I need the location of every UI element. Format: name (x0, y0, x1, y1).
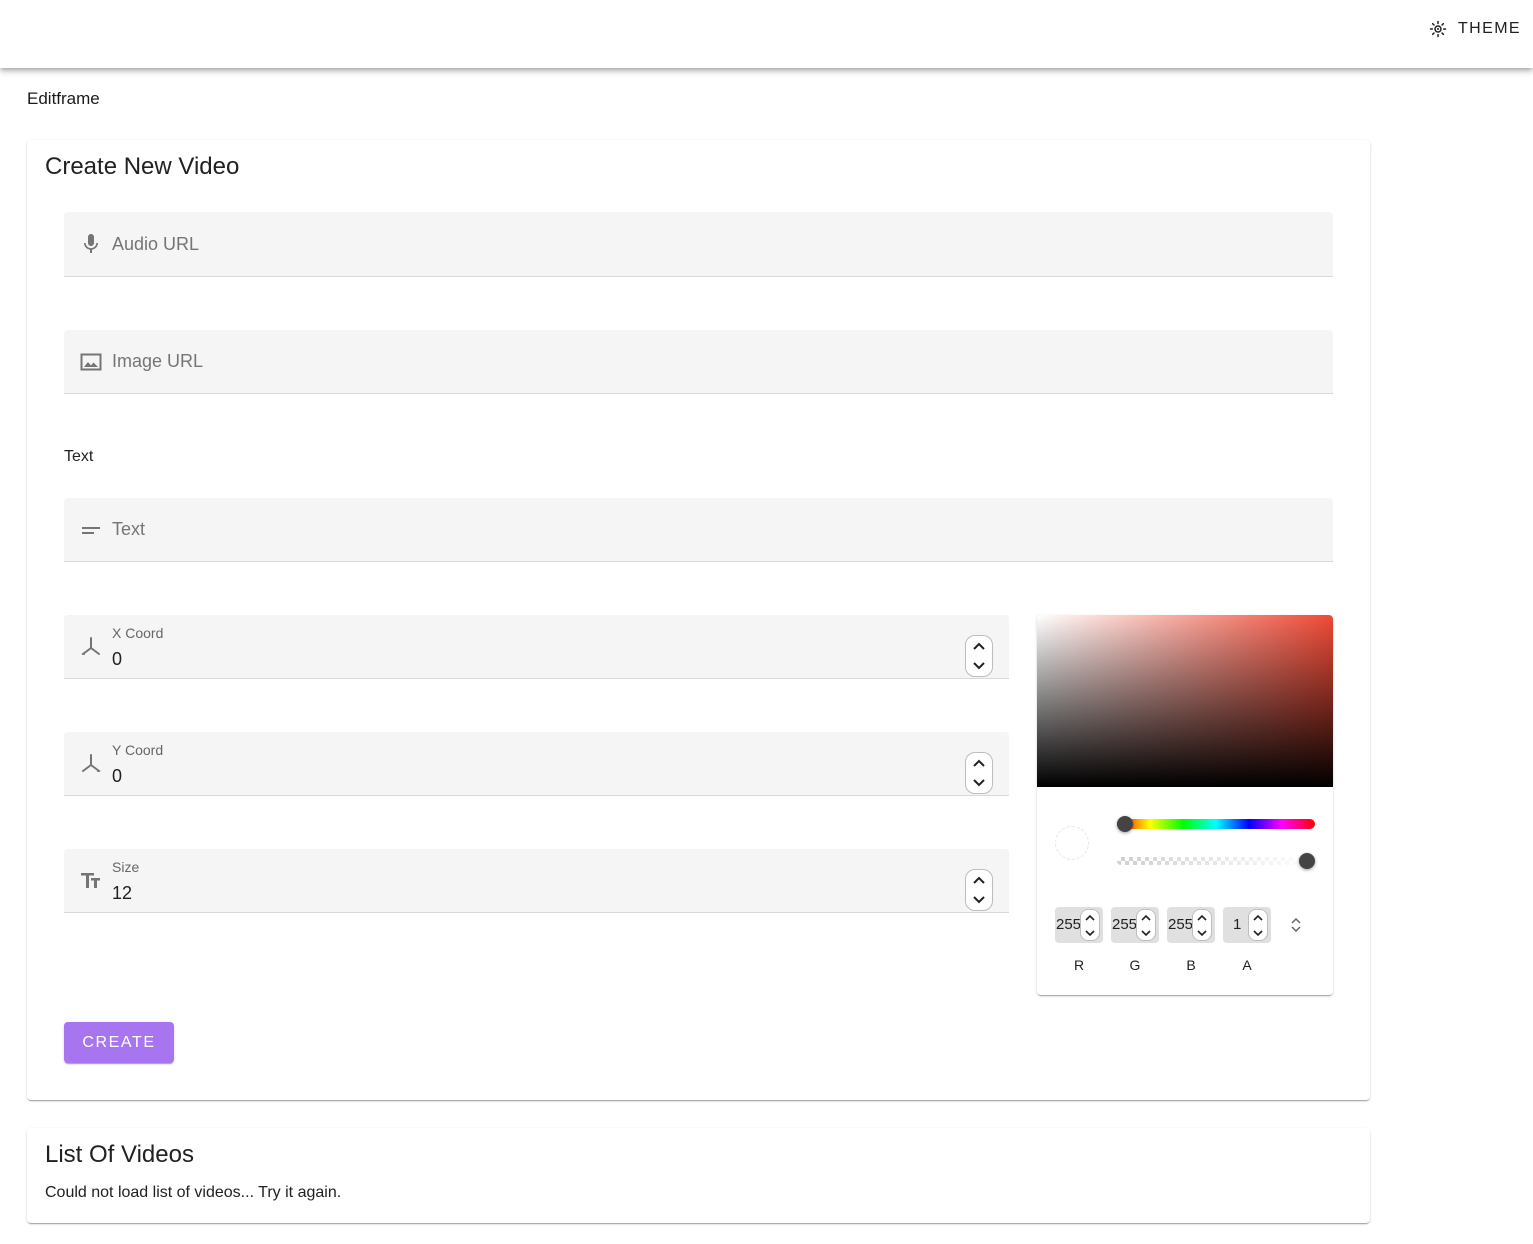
hue-slider[interactable] (1117, 816, 1315, 832)
y-coord-stepper[interactable] (965, 752, 993, 794)
color-picker: 255 255 255 1 R G B A (1037, 615, 1333, 995)
list-error-message: Could not load list of videos... Try it … (45, 1184, 342, 1201)
hue-slider-thumb[interactable] (1117, 816, 1133, 832)
list-of-videos-card: List Of Videos Could not load list of vi… (27, 1128, 1370, 1223)
chevron-down-icon[interactable] (1196, 929, 1208, 937)
chevron-down-icon[interactable] (971, 777, 987, 789)
image-url-placeholder: Image URL (112, 351, 204, 371)
size-value[interactable]: 12 (112, 883, 132, 904)
text-field[interactable]: Text (64, 498, 1333, 562)
image-icon (78, 349, 104, 375)
green-channel-stepper[interactable] (1136, 909, 1156, 941)
blue-channel-input[interactable]: 255 (1167, 907, 1215, 943)
saturation-area[interactable] (1037, 615, 1333, 787)
theme-button[interactable]: THEME (1422, 12, 1521, 46)
color-swatch (1055, 826, 1089, 860)
green-channel-input[interactable]: 255 (1111, 907, 1159, 943)
chevron-down-icon[interactable] (1140, 929, 1152, 937)
theme-button-label: THEME (1458, 20, 1521, 37)
axis-icon (78, 634, 104, 660)
green-channel-label: G (1129, 957, 1141, 973)
text-size-icon (78, 868, 104, 894)
red-channel-input[interactable]: 255 (1055, 907, 1103, 943)
text-placeholder: Text (112, 519, 146, 539)
image-url-field[interactable]: Image URL (64, 330, 1333, 394)
chevron-down-icon[interactable] (971, 660, 987, 672)
chevron-down-icon[interactable] (1084, 929, 1096, 937)
x-coord-label: X Coord (112, 625, 164, 641)
alpha-channel-stepper[interactable] (1248, 909, 1268, 941)
unfold-toggle-icon[interactable] (1289, 917, 1303, 933)
x-coord-stepper[interactable] (965, 635, 993, 677)
chevron-up-icon[interactable] (971, 640, 987, 652)
text-section-label: Text (64, 448, 94, 465)
green-channel-value[interactable]: 255 (1112, 916, 1138, 933)
create-button[interactable]: CREATE (64, 1022, 174, 1063)
chevron-up-icon[interactable] (1084, 914, 1096, 922)
red-channel-value[interactable]: 255 (1056, 916, 1082, 933)
chevron-up-icon[interactable] (1196, 914, 1208, 922)
blue-channel-stepper[interactable] (1192, 909, 1212, 941)
chevron-up-icon[interactable] (971, 874, 987, 886)
x-coord-value[interactable]: 0 (112, 649, 122, 670)
chevron-up-icon[interactable] (1252, 914, 1264, 922)
size-label: Size (112, 859, 140, 875)
x-coord-field[interactable]: X Coord 0 (64, 615, 1009, 679)
chevron-down-icon[interactable] (971, 894, 987, 906)
size-field[interactable]: Size 12 (64, 849, 1009, 913)
y-coord-field[interactable]: Y Coord 0 (64, 732, 1009, 796)
alpha-channel-input[interactable]: 1 (1223, 907, 1271, 943)
audio-url-field[interactable]: Audio URL (64, 212, 1333, 277)
y-coord-value[interactable]: 0 (112, 766, 122, 787)
red-channel-label: R (1073, 957, 1085, 973)
chevron-up-icon[interactable] (971, 757, 987, 769)
microphone-icon (78, 231, 104, 257)
red-channel-stepper[interactable] (1080, 909, 1100, 941)
alpha-slider[interactable] (1117, 853, 1315, 869)
create-video-card: Create New Video Audio URL Image URL Tex… (27, 140, 1370, 1100)
chevron-down-icon[interactable] (1252, 929, 1264, 937)
audio-url-placeholder: Audio URL (112, 234, 200, 254)
blue-channel-value[interactable]: 255 (1168, 916, 1194, 933)
app-bar: THEME (0, 0, 1533, 68)
axis-icon (78, 751, 104, 777)
brand-title: Editframe (27, 89, 100, 108)
short-text-icon (78, 517, 104, 543)
size-stepper[interactable] (965, 869, 993, 911)
alpha-slider-thumb[interactable] (1299, 853, 1315, 869)
chevron-up-icon[interactable] (1140, 914, 1152, 922)
list-of-videos-title: List Of Videos (45, 1141, 194, 1168)
create-video-title: Create New Video (45, 153, 240, 180)
alpha-channel-label: A (1242, 957, 1252, 973)
y-coord-label: Y Coord (112, 742, 164, 758)
blue-channel-label: B (1186, 957, 1196, 973)
brightness-icon (1429, 20, 1447, 38)
